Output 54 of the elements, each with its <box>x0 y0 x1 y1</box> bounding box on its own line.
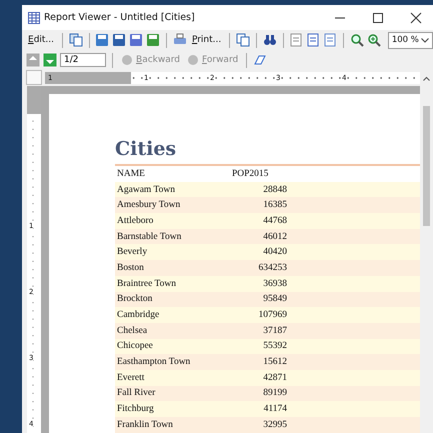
table-icon <box>28 12 40 24</box>
table-cell-text: 41174 <box>262 404 287 414</box>
printer-icon[interactable] <box>172 33 187 47</box>
table-cell-text: Chelsea <box>116 326 148 336</box>
maximize-icon[interactable] <box>372 12 384 24</box>
chevron-icon <box>421 38 429 42</box>
table-cell-text: 36938 <box>262 278 287 289</box>
table-cell-text: Brockton <box>116 294 154 304</box>
report-title: Cities <box>115 138 178 162</box>
binoculars-icon[interactable] <box>262 33 277 47</box>
table-cell-text: Fall River <box>116 388 156 398</box>
copy-icon[interactable] <box>68 33 83 47</box>
print-button[interactable]: Print... <box>190 35 224 45</box>
table-cell-text: Braintree Town <box>116 278 178 289</box>
scroll-up-icon[interactable] <box>423 76 430 80</box>
table-cell-text: 42871 <box>262 372 287 383</box>
table-cell-text: Fitchburg <box>116 404 155 414</box>
zoom-out-icon[interactable] <box>350 33 364 47</box>
save-icon[interactable] <box>112 33 126 47</box>
table-cell-text: 15612 <box>262 357 287 368</box>
table-cell-text: Franklin Town <box>116 420 174 430</box>
table-cell-text: Chicopee <box>116 341 154 352</box>
table-cell-text: Beverly <box>116 247 148 258</box>
table-cell-text: 95849 <box>262 294 287 304</box>
table-cell-text: 46012 <box>262 232 287 242</box>
table-cell-text: Easthampton Town <box>116 357 192 368</box>
table-cell-text: Amesbury Town <box>116 200 182 210</box>
close-icon[interactable] <box>410 12 422 24</box>
table-cell-text: 32995 <box>262 420 287 430</box>
page-icon[interactable] <box>289 33 304 47</box>
table-cell-text: Boston <box>116 262 145 273</box>
zoom-dropdown[interactable]: 100 % <box>388 32 433 48</box>
table-cell-text: Attleboro <box>116 216 154 226</box>
table-cell-text: 16385 <box>262 200 287 210</box>
table-cell-text: 107969 <box>258 310 287 320</box>
table-cell-text: 44768 <box>262 216 287 226</box>
table-cell-text: Agawam Town <box>116 184 176 195</box>
table-cell-text: Everett <box>116 372 146 383</box>
table-cell-text: 40420 <box>262 247 287 258</box>
column-header: NAME <box>116 168 146 179</box>
page-field[interactable]: 1/2 <box>60 53 106 67</box>
table-cell-text: Cambridge <box>116 310 160 320</box>
table-cell-text: Barnstable Town <box>116 232 182 242</box>
table-cell-text: 89199 <box>262 388 287 398</box>
column-header: POP2015 <box>232 168 270 179</box>
window-title: Report Viewer - Untitled [Cities] <box>44 12 195 23</box>
table-cell-text: 634253 <box>258 262 287 273</box>
zoom-in-icon[interactable] <box>366 33 381 47</box>
page-down-icon[interactable] <box>43 53 57 67</box>
edit-button[interactable]: Edit... <box>26 35 56 45</box>
table-cell-text: 28848 <box>262 184 287 195</box>
table-cell-text: 37187 <box>262 326 287 336</box>
table-cell-text: 55392 <box>262 341 287 352</box>
copy-icon[interactable] <box>236 33 250 47</box>
